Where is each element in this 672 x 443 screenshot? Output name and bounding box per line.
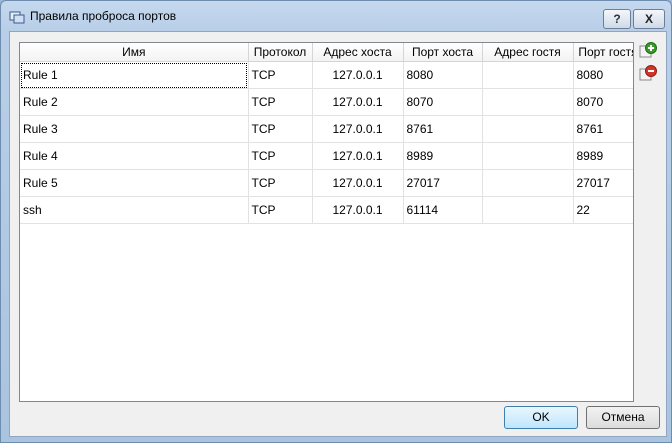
ok-button[interactable]: OK (504, 406, 578, 429)
cell-host-ip[interactable]: 127.0.0.1 (312, 88, 404, 116)
column-header-name[interactable]: Имя (20, 43, 249, 62)
table-header: Имя Протокол Адрес хоста Порт хоста Адре… (20, 43, 633, 62)
cell-name[interactable]: ssh (20, 196, 249, 224)
cell-host-ip[interactable]: 127.0.0.1 (312, 169, 404, 197)
column-header-guest-port[interactable]: Порт гостя (573, 43, 633, 62)
title-bar[interactable]: Правила проброса портов ? X (1, 1, 671, 31)
column-header-protocol[interactable]: Протокол (248, 43, 313, 62)
cell-guest-port[interactable]: 8070 (573, 88, 633, 116)
cell-guest-port[interactable]: 22 (573, 196, 633, 224)
cell-host-ip[interactable]: 127.0.0.1 (312, 61, 404, 89)
app-icon (9, 9, 25, 25)
cell-name[interactable]: Rule 1 (20, 61, 249, 89)
cell-host-port[interactable]: 8761 (403, 115, 483, 143)
cell-name[interactable]: Rule 4 (20, 142, 249, 170)
cancel-button[interactable]: Отмена (586, 406, 660, 429)
cell-host-ip[interactable]: 127.0.0.1 (312, 115, 404, 143)
cell-guest-ip[interactable] (482, 88, 574, 116)
column-header-host-ip[interactable]: Адрес хоста (312, 43, 404, 62)
cell-guest-port[interactable]: 8761 (573, 115, 633, 143)
column-header-host-port[interactable]: Порт хоста (403, 43, 483, 62)
cell-protocol[interactable]: TCP (248, 115, 313, 143)
cell-host-port[interactable]: 8989 (403, 142, 483, 170)
cell-host-port[interactable]: 8080 (403, 61, 483, 89)
cell-protocol[interactable]: TCP (248, 61, 313, 89)
cell-guest-ip[interactable] (482, 142, 574, 170)
cell-guest-ip[interactable] (482, 196, 574, 224)
port-forwarding-dialog: Правила проброса портов ? X Имя Протокол… (0, 0, 672, 443)
remove-rule-icon[interactable] (639, 65, 657, 83)
cell-guest-port[interactable]: 8080 (573, 61, 633, 89)
close-button[interactable]: X (633, 9, 665, 29)
help-button[interactable]: ? (603, 9, 631, 29)
table-row[interactable]: Rule 1 TCP 127.0.0.1 8080 8080 (20, 61, 633, 89)
cell-guest-ip[interactable] (482, 61, 574, 89)
cell-protocol[interactable]: TCP (248, 142, 313, 170)
dialog-body: Имя Протокол Адрес хоста Порт хоста Адре… (9, 31, 667, 437)
cell-host-port[interactable]: 61114 (403, 196, 483, 224)
cell-guest-ip[interactable] (482, 169, 574, 197)
cell-name[interactable]: Rule 2 (20, 88, 249, 116)
table-row[interactable]: Rule 4 TCP 127.0.0.1 8989 8989 (20, 142, 633, 170)
cell-guest-port[interactable]: 8989 (573, 142, 633, 170)
cell-name[interactable]: Rule 3 (20, 115, 249, 143)
cell-host-port[interactable]: 8070 (403, 88, 483, 116)
rules-table[interactable]: Имя Протокол Адрес хоста Порт хоста Адре… (19, 42, 634, 402)
table-row[interactable]: Rule 2 TCP 127.0.0.1 8070 8070 (20, 88, 633, 116)
add-rule-icon[interactable] (639, 42, 657, 60)
cell-host-ip[interactable]: 127.0.0.1 (312, 142, 404, 170)
table-row[interactable]: ssh TCP 127.0.0.1 61114 22 (20, 196, 633, 224)
cell-guest-ip[interactable] (482, 115, 574, 143)
column-header-guest-ip[interactable]: Адрес гостя (482, 43, 574, 62)
cell-guest-port[interactable]: 27017 (573, 169, 633, 197)
cell-protocol[interactable]: TCP (248, 88, 313, 116)
cell-host-port[interactable]: 27017 (403, 169, 483, 197)
cell-name[interactable]: Rule 5 (20, 169, 249, 197)
cell-host-ip[interactable]: 127.0.0.1 (312, 196, 404, 224)
table-row[interactable]: Rule 5 TCP 127.0.0.1 27017 27017 (20, 169, 633, 197)
cell-protocol[interactable]: TCP (248, 169, 313, 197)
table-row[interactable]: Rule 3 TCP 127.0.0.1 8761 8761 (20, 115, 633, 143)
cell-protocol[interactable]: TCP (248, 196, 313, 224)
window-title: Правила проброса портов (30, 9, 177, 23)
